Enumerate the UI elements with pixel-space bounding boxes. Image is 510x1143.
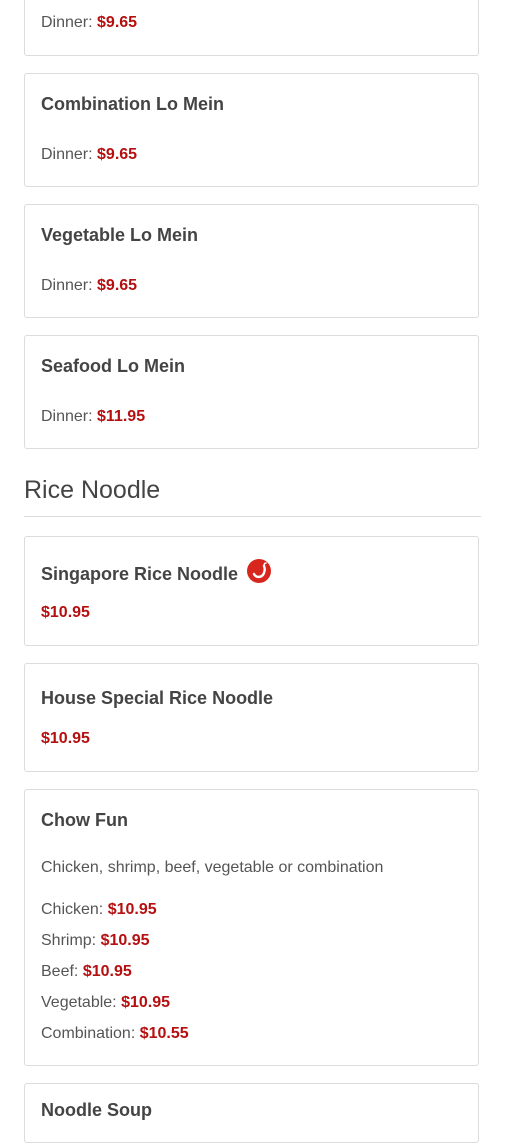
menu-item-card[interactable]: Noodle Soup	[24, 1083, 479, 1143]
price-label: Dinner:	[41, 146, 93, 163]
price-label: Dinner:	[41, 277, 93, 294]
price-value: $10.55	[139, 1025, 189, 1042]
menu-item-card[interactable]: Vegetable Lo Mein Dinner: $9.65	[24, 204, 479, 318]
item-title: Seafood Lo Mein	[41, 356, 185, 376]
price-label: Dinner:	[41, 408, 93, 425]
price-line: Beef: $10.95	[41, 963, 132, 981]
item-title: Chow Fun	[41, 810, 128, 830]
price-value: $10.95	[41, 730, 90, 747]
price-value: $10.95	[121, 994, 171, 1011]
price-label: Beef:	[41, 963, 79, 980]
price-value: $10.95	[100, 932, 150, 949]
price-label: Dinner:	[41, 14, 93, 31]
price-label: Combination:	[41, 1025, 136, 1042]
price-line: $10.95	[41, 604, 90, 622]
price-label: Shrimp:	[41, 932, 97, 949]
item-title: Singapore Rice Noodle	[41, 564, 239, 584]
price-line: Dinner: $11.95	[41, 408, 145, 426]
menu-item-card[interactable]: Dinner: $9.65	[24, 0, 479, 56]
price-value: $9.65	[97, 277, 138, 294]
price-line: Dinner: $9.65	[41, 14, 137, 32]
price-line: Shrimp: $10.95	[41, 932, 150, 950]
price-value: $10.95	[41, 604, 90, 621]
menu-item-card[interactable]: Seafood Lo Mein Dinner: $11.95	[24, 335, 479, 449]
price-line: Combination: $10.55	[41, 1025, 189, 1043]
price-line: $10.95	[41, 730, 90, 748]
price-value: $10.95	[82, 963, 132, 980]
item-title: Noodle Soup	[41, 1100, 152, 1120]
price-value: $9.65	[97, 14, 138, 31]
chili-pepper-icon	[247, 559, 272, 583]
menu-item-card[interactable]: House Special Rice Noodle $10.95	[24, 663, 479, 772]
section-heading: Rice Noodle	[24, 476, 481, 517]
menu-item-card[interactable]: Combination Lo Mein Dinner: $9.65	[24, 73, 479, 187]
item-title: Combination Lo Mein	[41, 94, 224, 114]
price-label: Chicken:	[41, 901, 104, 918]
price-value: $11.95	[97, 408, 146, 425]
price-value: $9.65	[97, 146, 138, 163]
price-line: Vegetable: $10.95	[41, 994, 170, 1012]
price-line: Dinner: $9.65	[41, 146, 137, 164]
item-description: Chicken, shrimp, beef, vegetable or comb…	[41, 859, 384, 876]
price-value: $10.95	[107, 901, 157, 918]
item-title: Vegetable Lo Mein	[41, 225, 199, 245]
price-line: Dinner: $9.65	[41, 277, 137, 295]
item-title: House Special Rice Noodle	[41, 688, 274, 708]
menu-item-card[interactable]: Singapore Rice Noodle $10.95	[24, 536, 479, 646]
price-label: Vegetable:	[41, 994, 117, 1011]
menu-item-card[interactable]: Chow Fun Chicken, shrimp, beef, vegetabl…	[24, 789, 479, 1066]
item-title-row: Singapore Rice Noodle	[41, 559, 272, 585]
price-line: Chicken: $10.95	[41, 901, 157, 919]
